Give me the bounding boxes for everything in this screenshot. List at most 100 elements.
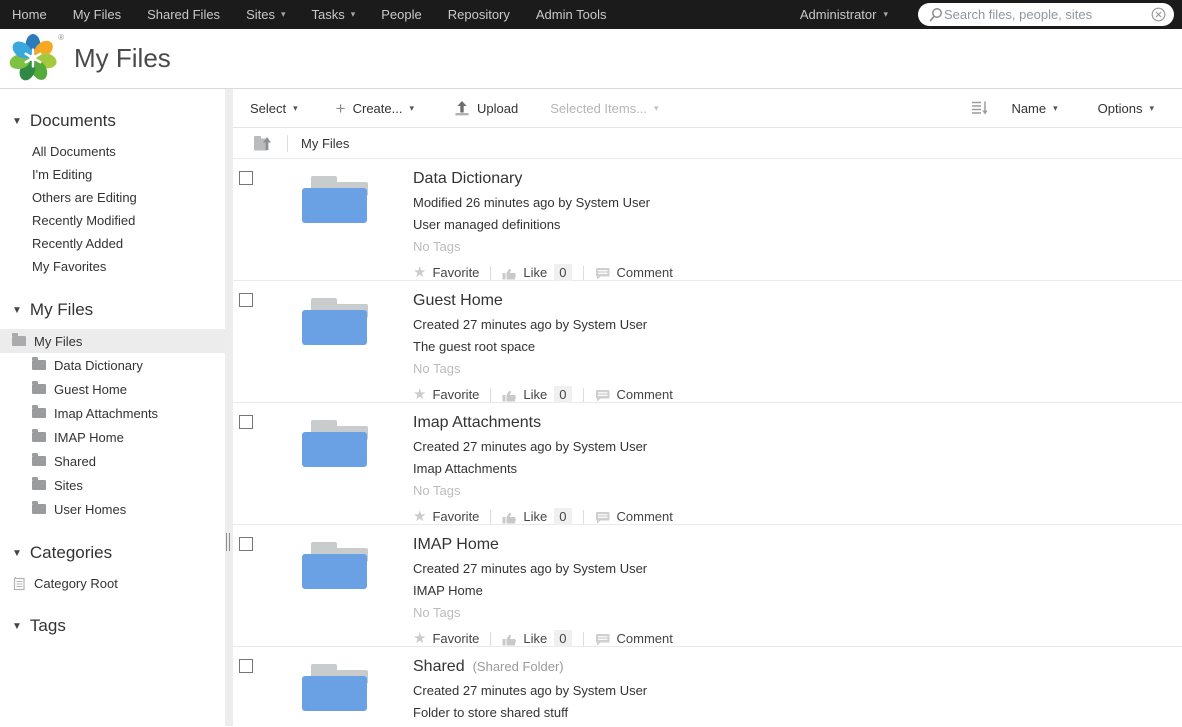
nav-item-repository[interactable]: Repository (435, 0, 523, 29)
like-count[interactable]: 0 (554, 264, 572, 281)
file-actions: ★ Favorite Like 0 Comment (413, 264, 673, 281)
row-checkbox[interactable] (239, 659, 253, 673)
comment-button[interactable]: Comment (595, 631, 673, 646)
documents-section-header[interactable]: ▼ Documents (12, 111, 225, 131)
user-menu-administrator[interactable]: Administrator ▾ (800, 7, 888, 22)
tree-item-guest-home[interactable]: Guest Home (0, 377, 225, 401)
comment-button[interactable]: Comment (595, 387, 673, 402)
file-title-link[interactable]: Guest Home (413, 292, 503, 310)
file-actions: ★ Favorite Like 0 Comment (413, 508, 673, 525)
nav-item-admin-tools[interactable]: Admin Tools (523, 0, 620, 29)
nav-item-sites[interactable]: Sites ▾ (233, 0, 298, 29)
sort-field-button[interactable]: Name ▾ (1011, 101, 1057, 116)
comment-icon (595, 632, 611, 646)
user-link[interactable]: System User (573, 439, 647, 454)
sidebar-item-im-editing[interactable]: I'm Editing (0, 163, 225, 186)
tags-section-header[interactable]: ▼ Tags (12, 616, 225, 636)
options-menu-button[interactable]: Options ▾ (1098, 101, 1154, 116)
comment-button[interactable]: Comment (595, 265, 673, 280)
collapse-triangle-icon: ▼ (12, 620, 22, 632)
row-checkbox[interactable] (239, 537, 253, 551)
favorite-button[interactable]: ★ Favorite (413, 265, 479, 280)
folder-thumbnail-icon[interactable] (302, 542, 368, 590)
favorite-button[interactable]: ★ Favorite (413, 387, 479, 402)
file-tags: No Tags (413, 483, 461, 498)
sidebar-item-recently-modified[interactable]: Recently Modified (0, 209, 225, 232)
my-files-section-header[interactable]: ▼ My Files (12, 300, 225, 320)
sidebar-item-all-documents[interactable]: All Documents (0, 140, 225, 163)
create-menu-button[interactable]: + Create... ▾ (336, 100, 414, 117)
file-row-imap-home: IMAP Home Created 27 minutes ago by Syst… (233, 525, 1182, 647)
user-link[interactable]: System User (573, 683, 647, 698)
action-divider (582, 509, 584, 524)
comment-button[interactable]: Comment (595, 509, 673, 524)
upload-button[interactable]: Upload (454, 100, 518, 116)
like-button[interactable]: Like (502, 631, 547, 646)
folder-thumbnail-icon[interactable] (302, 176, 368, 224)
tree-item-imap-attachments[interactable]: Imap Attachments (0, 401, 225, 425)
like-button[interactable]: Like (502, 265, 547, 280)
file-tags: No Tags (413, 361, 461, 376)
folder-thumbnail-icon[interactable] (302, 420, 368, 468)
file-row-imap-attachments: Imap Attachments Created 27 minutes ago … (233, 403, 1182, 525)
file-actions: ★ Favorite Like 0 Comment (413, 630, 673, 647)
thumbs-up-icon (502, 388, 517, 402)
breadcrumb-path[interactable]: My Files (301, 136, 349, 151)
action-divider (582, 631, 584, 646)
sidebar-item-my-favorites[interactable]: My Favorites (0, 255, 225, 278)
sidebar-section-my-files: ▼ My Files My Files Data Dictionary Gues… (0, 300, 225, 521)
global-search[interactable] (918, 3, 1174, 26)
categories-section-header[interactable]: ▼ Categories (12, 543, 225, 563)
star-icon: ★ (413, 508, 427, 525)
like-button[interactable]: Like (502, 509, 547, 524)
nav-item-home[interactable]: Home (0, 0, 60, 29)
clear-search-icon[interactable] (1151, 7, 1166, 22)
like-button[interactable]: Like (502, 387, 547, 402)
folder-icon (32, 453, 46, 466)
nav-item-shared-files[interactable]: Shared Files (134, 0, 233, 29)
breadcrumb-divider (287, 134, 288, 152)
plus-icon: + (335, 98, 346, 118)
favorite-button[interactable]: ★ Favorite (413, 631, 479, 646)
file-title-link[interactable]: Imap Attachments (413, 414, 541, 432)
file-meta: Created 27 minutes ago by System User (413, 317, 648, 332)
file-title-link[interactable]: Shared (413, 658, 465, 676)
sort-direction-icon[interactable] (972, 101, 989, 115)
nav-item-my-files[interactable]: My Files (60, 0, 134, 29)
nav-item-tasks[interactable]: Tasks ▾ (299, 0, 369, 29)
sidebar-item-recently-added[interactable]: Recently Added (0, 232, 225, 255)
file-title-link[interactable]: IMAP Home (413, 536, 499, 554)
row-checkbox[interactable] (239, 171, 253, 185)
file-meta: Created 27 minutes ago by System User (413, 683, 648, 698)
user-link[interactable]: System User (576, 195, 650, 210)
folder-thumbnail-icon[interactable] (302, 298, 368, 346)
file-title-link[interactable]: Data Dictionary (413, 170, 522, 188)
tree-item-my-files-root[interactable]: My Files (0, 329, 225, 353)
tree-item-shared[interactable]: Shared (0, 449, 225, 473)
tree-item-imap-home[interactable]: IMAP Home (0, 425, 225, 449)
sidebar-resize-handle[interactable] (225, 89, 233, 726)
file-meta: Modified 26 minutes ago by System User (413, 195, 651, 210)
search-input[interactable] (944, 7, 1151, 22)
tree-item-data-dictionary[interactable]: Data Dictionary (0, 353, 225, 377)
nav-item-people[interactable]: People (368, 0, 434, 29)
row-checkbox[interactable] (239, 415, 253, 429)
tree-item-sites[interactable]: Sites (0, 473, 225, 497)
user-link[interactable]: System User (573, 317, 647, 332)
file-meta: Created 27 minutes ago by System User (413, 561, 648, 576)
sidebar-item-others-are-editing[interactable]: Others are Editing (0, 186, 225, 209)
folder-thumbnail-icon[interactable] (302, 664, 368, 712)
select-menu-button[interactable]: Select ▾ (250, 101, 298, 116)
file-details: Guest Home Created 27 minutes ago by Sys… (413, 291, 673, 403)
thumbs-up-icon (502, 632, 517, 646)
folder-icon (32, 357, 46, 370)
user-link[interactable]: System User (573, 561, 647, 576)
row-checkbox[interactable] (239, 293, 253, 307)
tree-item-category-root[interactable]: Category Root (0, 572, 225, 594)
favorite-button[interactable]: ★ Favorite (413, 509, 479, 524)
like-count[interactable]: 0 (554, 630, 572, 647)
tree-item-user-homes[interactable]: User Homes (0, 497, 225, 521)
like-count[interactable]: 0 (554, 508, 572, 525)
like-count[interactable]: 0 (554, 386, 572, 403)
folder-up-icon[interactable] (254, 135, 273, 151)
